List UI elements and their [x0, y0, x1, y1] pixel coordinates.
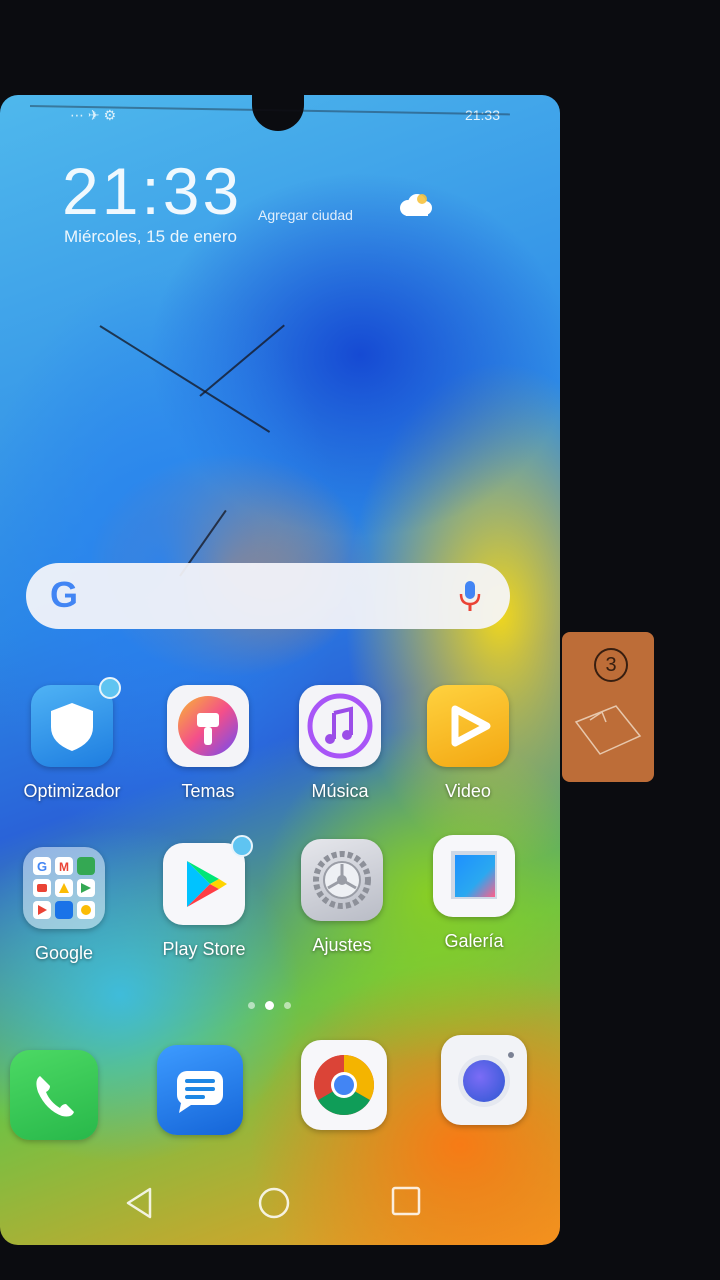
app-musica[interactable]: Música — [280, 685, 400, 802]
app-label: Ajustes — [312, 935, 372, 955]
back-icon[interactable] — [124, 1185, 154, 1221]
gallery-icon — [433, 835, 515, 917]
page-dot[interactable] — [284, 1002, 291, 1009]
play-icon — [427, 685, 509, 767]
screen-crack — [199, 324, 285, 397]
phone-screen: ⋯ ✈ ⚙ 21:33 21:33 Agregar ciudad Miércol… — [0, 95, 560, 1245]
app-optimizador[interactable]: Optimizador — [12, 677, 132, 802]
recents-icon[interactable] — [390, 1185, 422, 1217]
home-icon[interactable] — [256, 1185, 292, 1221]
app-google-folder[interactable]: G M Google — [4, 847, 124, 964]
app-label: Google — [34, 943, 94, 963]
app-galeria[interactable]: Galería — [414, 835, 534, 952]
app-video[interactable]: Video — [408, 685, 528, 802]
svg-text:M: M — [59, 860, 69, 874]
dock-messages[interactable] — [140, 1045, 260, 1135]
app-label: Temas — [181, 781, 235, 801]
protective-film-sticker: 3 — [562, 632, 654, 782]
status-icons-left: ⋯ ✈ ⚙ — [70, 107, 117, 123]
notification-badge — [231, 835, 253, 857]
app-temas[interactable]: Temas — [148, 685, 268, 802]
add-city-link[interactable]: Agregar ciudad — [258, 207, 353, 223]
lock-date: Miércoles, 15 de enero — [64, 227, 237, 246]
gear-icon — [301, 839, 383, 921]
dock-camera[interactable] — [424, 1035, 544, 1125]
app-label: Galería — [444, 931, 504, 951]
lock-clock[interactable]: 21:33 — [62, 153, 242, 229]
camera-icon — [441, 1035, 527, 1125]
chrome-icon — [301, 1040, 387, 1130]
screen-crack — [99, 325, 271, 433]
microphone-icon[interactable] — [458, 579, 482, 613]
google-search-bar[interactable]: G — [26, 563, 510, 629]
folder-icon: G M — [23, 847, 105, 929]
camera-notch — [252, 95, 304, 131]
svg-text:G: G — [37, 859, 47, 874]
app-label: Video — [445, 781, 491, 801]
cloud-icon[interactable] — [396, 193, 434, 217]
peel-instruction-icon — [574, 705, 642, 755]
notification-badge — [99, 677, 121, 699]
page-indicator[interactable] — [248, 1001, 291, 1010]
app-label: Optimizador — [23, 781, 121, 801]
dock-phone[interactable] — [0, 1050, 114, 1140]
shield-icon — [31, 677, 121, 767]
app-label: Música — [311, 781, 369, 801]
page-dot[interactable] — [248, 1002, 255, 1009]
app-label: Play Store — [162, 939, 246, 959]
google-logo-icon: G — [49, 574, 78, 615]
dock-chrome[interactable] — [284, 1040, 404, 1130]
music-note-icon — [299, 685, 381, 767]
messages-icon — [157, 1045, 243, 1135]
phone-icon — [10, 1050, 98, 1140]
play-store-icon — [163, 835, 253, 925]
app-ajustes[interactable]: Ajustes — [282, 839, 402, 956]
page-dot-active[interactable] — [265, 1001, 274, 1010]
paintbrush-icon — [167, 685, 249, 767]
app-play-store[interactable]: Play Store — [144, 835, 264, 960]
sticker-number: 3 — [594, 648, 628, 682]
